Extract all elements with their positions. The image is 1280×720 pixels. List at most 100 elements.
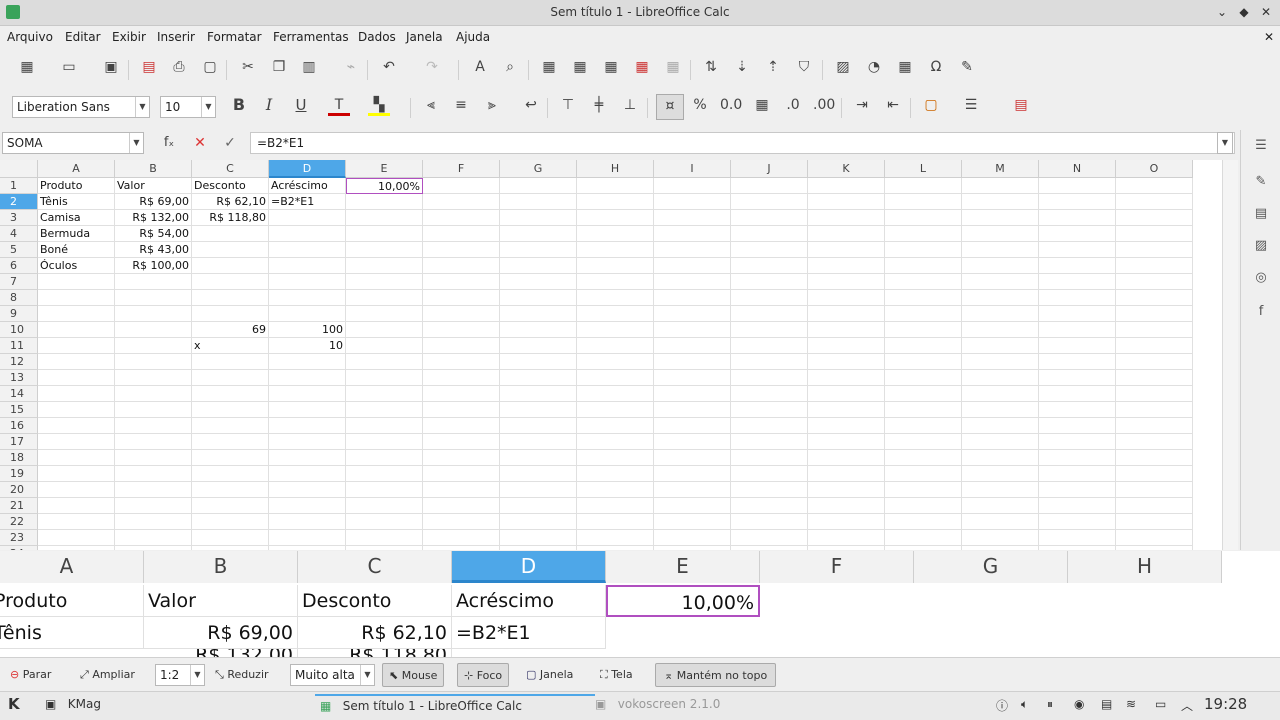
cell-l17[interactable] xyxy=(885,434,962,450)
cell-a12[interactable] xyxy=(38,354,115,370)
column-header-i[interactable]: I xyxy=(654,160,731,178)
menu-ferramentas[interactable]: Ferramentas xyxy=(273,30,349,44)
cell-l13[interactable] xyxy=(885,370,962,386)
minimize-icon[interactable]: ⌄ xyxy=(1214,4,1230,20)
row-header-10[interactable]: 10 xyxy=(0,322,38,338)
mouse-button[interactable]: ⬉ Mouse xyxy=(382,663,445,687)
font-name-box[interactable]: Liberation Sans ▼ xyxy=(12,96,150,118)
cell-l10[interactable] xyxy=(885,322,962,338)
cell-l18[interactable] xyxy=(885,450,962,466)
cell-a8[interactable] xyxy=(38,290,115,306)
cell-e12[interactable] xyxy=(346,354,423,370)
row-header-14[interactable]: 14 xyxy=(0,386,38,402)
cell-g5[interactable] xyxy=(500,242,577,258)
cell-d14[interactable] xyxy=(269,386,346,402)
cell-h23[interactable] xyxy=(577,530,654,546)
cell-g18[interactable] xyxy=(500,450,577,466)
gallery-icon[interactable]: ▨ xyxy=(1251,238,1271,258)
cell-b15[interactable] xyxy=(115,402,192,418)
cell-m17[interactable] xyxy=(962,434,1039,450)
cell-j22[interactable] xyxy=(731,514,808,530)
cell-a9[interactable] xyxy=(38,306,115,322)
cell-b17[interactable] xyxy=(115,434,192,450)
cell-f12[interactable] xyxy=(423,354,500,370)
wrap-text-icon[interactable]: ↩ xyxy=(520,94,542,116)
cell-l16[interactable] xyxy=(885,418,962,434)
cell-b18[interactable] xyxy=(115,450,192,466)
pivot-table-icon[interactable]: ▦ xyxy=(894,56,916,78)
cell-b6[interactable]: R$ 100,00 xyxy=(115,258,192,274)
cell-k5[interactable] xyxy=(808,242,885,258)
cell-a15[interactable] xyxy=(38,402,115,418)
cell-e3[interactable] xyxy=(346,210,423,226)
cell-c3[interactable]: R$ 118,80 xyxy=(192,210,269,226)
increase-indent-icon[interactable]: ⇥ xyxy=(851,94,873,116)
cell-k6[interactable] xyxy=(808,258,885,274)
cell-j14[interactable] xyxy=(731,386,808,402)
cell-i8[interactable] xyxy=(654,290,731,306)
cell-o1[interactable] xyxy=(1116,178,1193,194)
cell-g3[interactable] xyxy=(500,210,577,226)
cell-b19[interactable] xyxy=(115,466,192,482)
cell-o4[interactable] xyxy=(1116,226,1193,242)
cell-e9[interactable] xyxy=(346,306,423,322)
task-vokoscreen[interactable]: ▣ vokoscreen 2.1.0 xyxy=(595,697,720,711)
cell-h8[interactable] xyxy=(577,290,654,306)
cell-f13[interactable] xyxy=(423,370,500,386)
cell-f2[interactable] xyxy=(423,194,500,210)
tray-notification-icon[interactable]: ⓘ xyxy=(996,697,1008,714)
cell-i18[interactable] xyxy=(654,450,731,466)
column-header-f[interactable]: F xyxy=(423,160,500,178)
tray-record-icon[interactable]: ◉ xyxy=(1074,697,1084,711)
menu-inserir[interactable]: Inserir xyxy=(157,30,195,44)
cell-f4[interactable] xyxy=(423,226,500,242)
cell-k4[interactable] xyxy=(808,226,885,242)
cell-m16[interactable] xyxy=(962,418,1039,434)
row-header-8[interactable]: 8 xyxy=(0,290,38,306)
cell-m3[interactable] xyxy=(962,210,1039,226)
tray-expand-icon[interactable]: ︿ xyxy=(1181,697,1193,714)
cell-d4[interactable] xyxy=(269,226,346,242)
tray-network-icon[interactable]: ≋ xyxy=(1126,697,1136,711)
cell-n1[interactable] xyxy=(1039,178,1116,194)
cell-e19[interactable] xyxy=(346,466,423,482)
cell-i5[interactable] xyxy=(654,242,731,258)
menu-janela[interactable]: Janela xyxy=(406,30,443,44)
cell-d16[interactable] xyxy=(269,418,346,434)
cell-n22[interactable] xyxy=(1039,514,1116,530)
cell-m11[interactable] xyxy=(962,338,1039,354)
cell-n4[interactable] xyxy=(1039,226,1116,242)
row-icon[interactable]: ▦ xyxy=(538,56,560,78)
cell-j15[interactable] xyxy=(731,402,808,418)
align-bottom-icon[interactable]: ⊥ xyxy=(619,94,641,116)
cell-l12[interactable] xyxy=(885,354,962,370)
cell-j7[interactable] xyxy=(731,274,808,290)
cell-i11[interactable] xyxy=(654,338,731,354)
cell-o11[interactable] xyxy=(1116,338,1193,354)
border-style-icon[interactable]: ☰ xyxy=(960,94,982,116)
cell-h4[interactable] xyxy=(577,226,654,242)
magnify-button[interactable]: ⤢ Ampliar xyxy=(80,663,135,687)
cell-f24[interactable] xyxy=(423,546,500,550)
cell-j17[interactable] xyxy=(731,434,808,450)
cell-j19[interactable] xyxy=(731,466,808,482)
cell-h13[interactable] xyxy=(577,370,654,386)
row-header-2[interactable]: 2 xyxy=(0,194,38,210)
cell-j10[interactable] xyxy=(731,322,808,338)
cell-a10[interactable] xyxy=(38,322,115,338)
cell-b8[interactable] xyxy=(115,290,192,306)
cell-b5[interactable]: R$ 43,00 xyxy=(115,242,192,258)
print-preview-icon[interactable]: ▢ xyxy=(199,56,221,78)
quality-select[interactable]: Muito alta ▼ xyxy=(290,664,375,686)
cell-j18[interactable] xyxy=(731,450,808,466)
find-replace-icon[interactable]: ⌕ xyxy=(499,56,521,78)
cell-m9[interactable] xyxy=(962,306,1039,322)
cell-f20[interactable] xyxy=(423,482,500,498)
cell-d11[interactable]: 10 xyxy=(269,338,346,354)
align-top-icon[interactable]: ⊤ xyxy=(557,94,579,116)
cell-n3[interactable] xyxy=(1039,210,1116,226)
tray-clipboard-icon[interactable]: ▤ xyxy=(1101,697,1112,711)
number-format-icon[interactable]: 0.0 xyxy=(720,94,742,116)
column-header-m[interactable]: M xyxy=(962,160,1039,178)
cell-h21[interactable] xyxy=(577,498,654,514)
